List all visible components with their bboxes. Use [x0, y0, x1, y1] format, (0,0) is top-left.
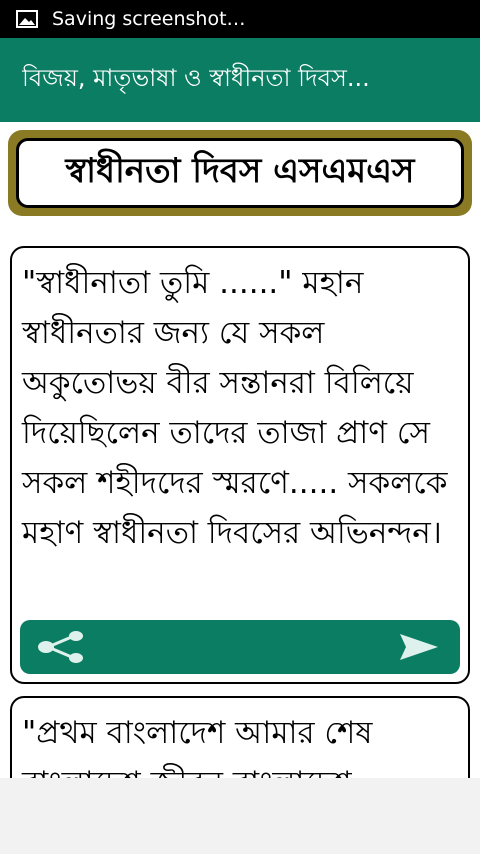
share-icon[interactable]	[36, 630, 86, 664]
message-card: "স্বাধীনাতা তুমি ......" মহান স্বাধীনতার…	[10, 246, 470, 684]
message-text: "স্বাধীনাতা তুমি ......" মহান স্বাধীনতার…	[22, 265, 448, 551]
app-bar: বিজয়, মাতৃভাষা ও স্বাধীনতা দিবস...	[0, 38, 480, 122]
content-scroll-area[interactable]: স্বাধীনতা দিবস এসএমএস "স্বাধীনাতা তুমি .…	[0, 122, 480, 778]
section-header-frame: স্বাধীনতা দিবস এসএমএস	[8, 130, 472, 216]
send-icon[interactable]	[398, 632, 440, 662]
message-text: "প্রথম বাংলাদেশ আমার শেষ বাংলাদেশ জীবন ব…	[22, 715, 373, 778]
app-title: বিজয়, মাতৃভাষা ও স্বাধীনতা দিবস...	[22, 64, 370, 92]
message-card: "প্রথম বাংলাদেশ আমার শেষ বাংলাদেশ জীবন ব…	[10, 696, 470, 778]
status-bar: Saving screenshot…	[0, 0, 480, 38]
bottom-blank-area	[0, 778, 480, 854]
status-notification-text: Saving screenshot…	[52, 8, 246, 30]
image-icon	[16, 10, 38, 28]
message-action-bar	[20, 620, 460, 674]
section-header: স্বাধীনতা দিবস এসএমএস	[16, 138, 464, 208]
section-header-title: স্বাধীনতা দিবস এসএমএস	[65, 150, 415, 191]
